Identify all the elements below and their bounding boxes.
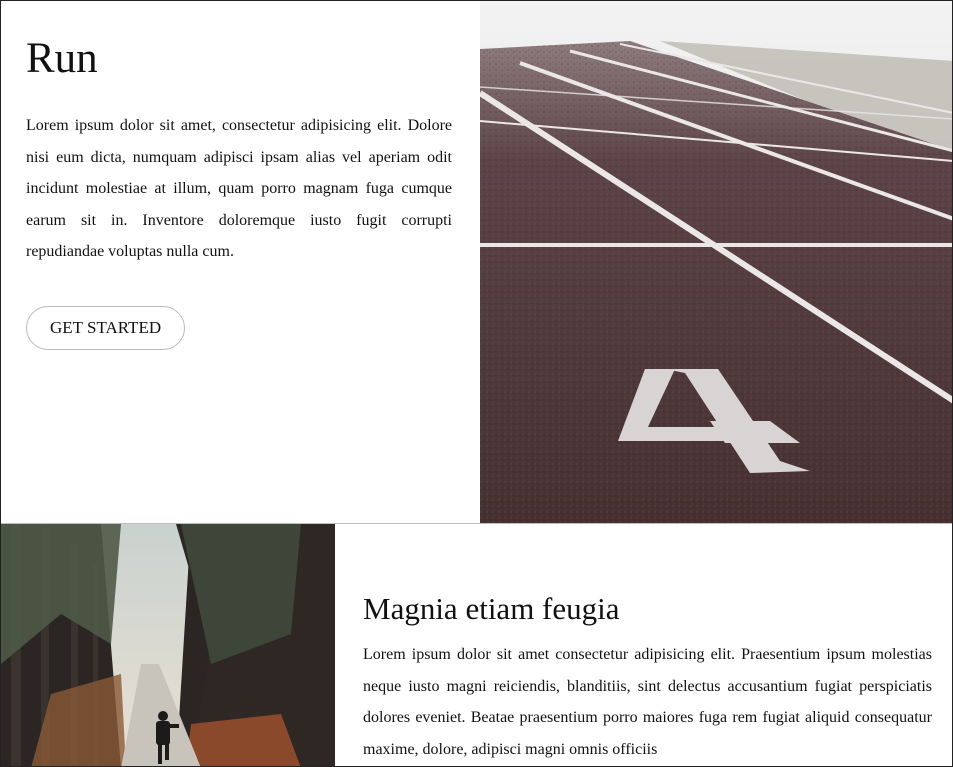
feature-title: Magnia etiam feugia: [363, 591, 620, 626]
forest-path-illustration: [1, 524, 335, 766]
feature-paragraph: Lorem ipsum dolor sit amet consectetur a…: [363, 646, 932, 758]
page-frame: Run Lorem ipsum dolor sit amet, consecte…: [0, 0, 953, 767]
running-track-illustration: [480, 1, 952, 523]
feature-section: Magnia etiam feugia Lorem ipsum dolor si…: [1, 524, 952, 766]
feature-text-block: Magnia etiam feugia Lorem ipsum dolor si…: [363, 590, 932, 765]
hero-section: Run Lorem ipsum dolor sit amet, consecte…: [1, 1, 952, 523]
hero-paragraph: Lorem ipsum dolor sit amet, consectetur …: [26, 117, 452, 261]
hero-title: Run: [26, 35, 98, 82]
hero-text-block: Run Lorem ipsum dolor sit amet, consecte…: [26, 35, 452, 350]
forest-runner-image: [1, 524, 335, 766]
get-started-button[interactable]: GET STARTED: [26, 305, 186, 350]
running-track-image: [480, 1, 952, 523]
